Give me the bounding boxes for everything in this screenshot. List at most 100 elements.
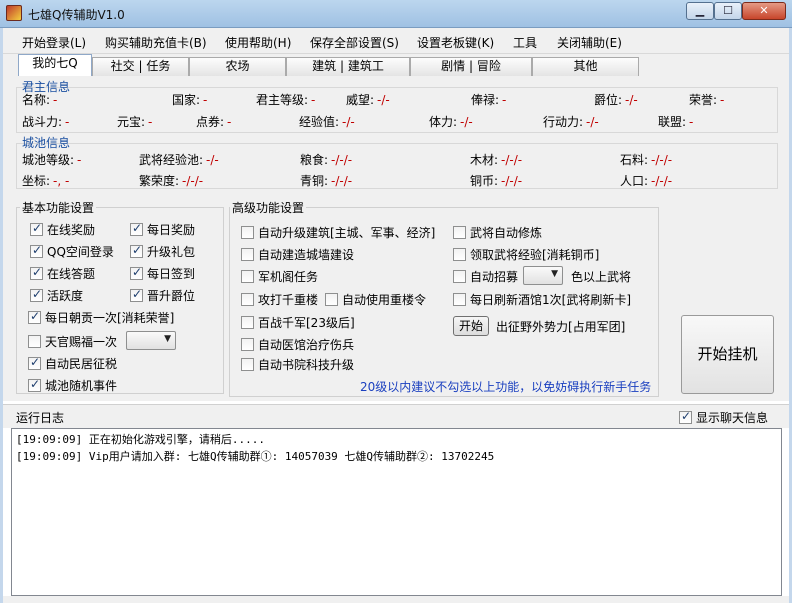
recruit-color-select[interactable]: ▼ xyxy=(523,266,563,285)
checkbox-levelup-gift[interactable]: 升级礼包 xyxy=(130,243,195,260)
checkbox-box[interactable] xyxy=(130,243,143,258)
checkbox-qzone-login[interactable]: QQ空间登录 xyxy=(30,243,114,260)
city-population: 人口: -/-/- xyxy=(620,172,672,189)
menu-tools[interactable]: 工具 xyxy=(513,34,537,51)
checkbox-show-chat[interactable]: 显示聊天信息 xyxy=(679,409,768,426)
checkbox-box[interactable] xyxy=(30,221,43,236)
maximize-button[interactable]: ☐ xyxy=(714,2,742,20)
checkbox-box[interactable] xyxy=(28,335,41,348)
checkbox-hundred-battles[interactable]: 百战千军[23级后] xyxy=(241,314,355,331)
checkbox-city-random-event[interactable]: 城池随机事件 xyxy=(28,377,117,394)
checkbox-online-reward[interactable]: 在线奖励 xyxy=(30,221,95,238)
minimize-button[interactable]: ▁ xyxy=(686,2,714,20)
checkbox-online-quiz[interactable]: 在线答题 xyxy=(30,265,95,282)
checkbox-claim-general-exp[interactable]: 领取武将经验[消耗铜币] xyxy=(453,246,599,263)
field-label: 人口: xyxy=(620,174,649,188)
checkbox-box[interactable] xyxy=(241,316,254,329)
checkbox-box[interactable] xyxy=(28,309,41,324)
checkbox-academy-upgrade[interactable]: 自动书院科技升级 xyxy=(241,356,354,373)
checkbox-box[interactable] xyxy=(28,377,41,392)
tab-building[interactable]: 建筑 | 建筑工 xyxy=(286,57,410,76)
checkbox-label: 每日签到 xyxy=(147,267,196,281)
checkbox-box[interactable] xyxy=(241,248,254,261)
checkbox-daily-checkin[interactable]: 每日签到 xyxy=(130,265,195,282)
checkbox-heaven-blessing[interactable]: 天官赐福一次 xyxy=(28,333,117,350)
lord-prestige: 威望: -/- xyxy=(346,91,390,108)
menu-start-login[interactable]: 开始登录(L) xyxy=(22,34,86,51)
checkbox-box[interactable] xyxy=(453,226,466,239)
checkbox-box[interactable] xyxy=(130,221,143,236)
blessing-select[interactable]: ▼ xyxy=(126,331,176,350)
tab-bar: 我的七Q 社交 | 任务 农场 建筑 | 建筑工 剧情 | 冒险 其他 xyxy=(0,54,792,76)
field-label: 威望: xyxy=(346,93,375,107)
checkbox-box[interactable] xyxy=(241,338,254,351)
field-label: 粮食: xyxy=(300,153,329,167)
field-label: 木材: xyxy=(470,153,499,167)
start-hangup-button[interactable]: 开始挂机 xyxy=(681,315,774,394)
checkbox-use-tower-token[interactable]: 自动使用重楼令 xyxy=(325,291,426,308)
checkbox-box[interactable] xyxy=(453,270,466,283)
field-value: - xyxy=(77,153,82,167)
checkbox-box[interactable] xyxy=(453,248,466,261)
checkbox-label: 自动建造城墙建设 xyxy=(258,248,355,262)
checkbox-general-auto-train[interactable]: 武将自动修炼 xyxy=(453,224,542,241)
tab-farm[interactable]: 农场 xyxy=(189,57,286,76)
checkbox-box[interactable] xyxy=(241,293,254,306)
checkbox-house-tax[interactable]: 自动民居征税 xyxy=(28,355,117,372)
checkbox-label: 天官赐福一次 xyxy=(45,335,118,349)
checkbox-box[interactable] xyxy=(30,287,43,302)
tab-my-qq[interactable]: 我的七Q xyxy=(18,54,92,76)
menu-help[interactable]: 使用帮助(H) xyxy=(225,34,291,51)
log-header: 运行日志 显示聊天信息 xyxy=(0,404,792,428)
checkbox-label: QQ空间登录 xyxy=(47,245,114,259)
checkbox-daily-reward[interactable]: 每日奖励 xyxy=(130,221,195,238)
lord-power: 战斗力: - xyxy=(22,113,69,130)
field-value: - xyxy=(720,93,725,107)
checkbox-auto-heal[interactable]: 自动医馆治疗伤兵 xyxy=(241,336,354,353)
checkbox-attack-tower[interactable]: 攻打千重楼 xyxy=(241,291,318,308)
checkbox-activity[interactable]: 活跃度 xyxy=(30,287,83,304)
checkbox-daily-tribute[interactable]: 每日朝贡一次[消耗荣誉] xyxy=(28,309,174,326)
checkbox-label: 武将自动修炼 xyxy=(470,226,543,240)
checkbox-box[interactable] xyxy=(679,409,692,424)
close-button[interactable]: ✕ xyxy=(742,2,786,20)
lord-level: 君主等级: - xyxy=(256,91,315,108)
checkbox-label: 领取武将经验[消耗铜币] xyxy=(470,248,600,262)
checkbox-box[interactable] xyxy=(241,226,254,239)
checkbox-label: 自动使用重楼令 xyxy=(342,293,427,307)
menu-buy-card[interactable]: 购买辅助充值卡(B) xyxy=(105,34,207,51)
advanced-note: 20级以内建议不勾选以上功能，以免妨碍执行新手任务 xyxy=(360,380,652,394)
field-value: - xyxy=(311,93,316,107)
field-label: 点券: xyxy=(196,115,225,129)
checkbox-refresh-tavern[interactable]: 每日刷新酒馆1次[武将刷新卡] xyxy=(453,291,631,308)
checkbox-box[interactable] xyxy=(453,293,466,306)
checkbox-promote-title[interactable]: 晋升爵位 xyxy=(130,287,195,304)
checkbox-label: 城池随机事件 xyxy=(45,379,118,393)
menu-close-helper[interactable]: 关闭辅助(E) xyxy=(557,34,622,51)
menu-save-all[interactable]: 保存全部设置(S) xyxy=(310,34,399,51)
tab-social-tasks[interactable]: 社交 | 任务 xyxy=(92,57,189,76)
field-value: - xyxy=(148,115,153,129)
lord-salary: 俸禄: - xyxy=(471,91,506,108)
checkbox-box[interactable] xyxy=(241,270,254,283)
checkbox-box[interactable] xyxy=(130,287,143,302)
log-textarea[interactable]: [19:09:09] 正在初始化游戏引擎，请稍后..... [19:09:09]… xyxy=(11,428,782,596)
tab-story-adventure[interactable]: 剧情 | 冒险 xyxy=(410,57,532,76)
checkbox-box[interactable] xyxy=(30,243,43,258)
field-label: 俸禄: xyxy=(471,93,500,107)
checkbox-auto-upgrade-building[interactable]: 自动升级建筑[主城、军事、经济] xyxy=(241,224,435,241)
checkbox-auto-build-wall[interactable]: 自动建造城墙建设 xyxy=(241,246,354,263)
checkbox-box[interactable] xyxy=(28,355,41,370)
checkbox-box[interactable] xyxy=(325,293,338,306)
tab-other[interactable]: 其他 xyxy=(532,57,639,76)
checkbox-auto-recruit[interactable]: 自动招募 xyxy=(453,268,518,285)
checkbox-box[interactable] xyxy=(30,265,43,280)
checkbox-box[interactable] xyxy=(241,358,254,371)
checkbox-military-tasks[interactable]: 军机阁任务 xyxy=(241,268,318,285)
checkbox-label: 活跃度 xyxy=(47,289,84,303)
field-label: 坐标: xyxy=(22,174,51,188)
expedition-start-button[interactable]: 开始 xyxy=(453,316,489,336)
menu-boss-key[interactable]: 设置老板键(K) xyxy=(417,34,494,51)
window-title: 七雄Q传辅助V1.0 xyxy=(28,8,125,22)
checkbox-box[interactable] xyxy=(130,265,143,280)
